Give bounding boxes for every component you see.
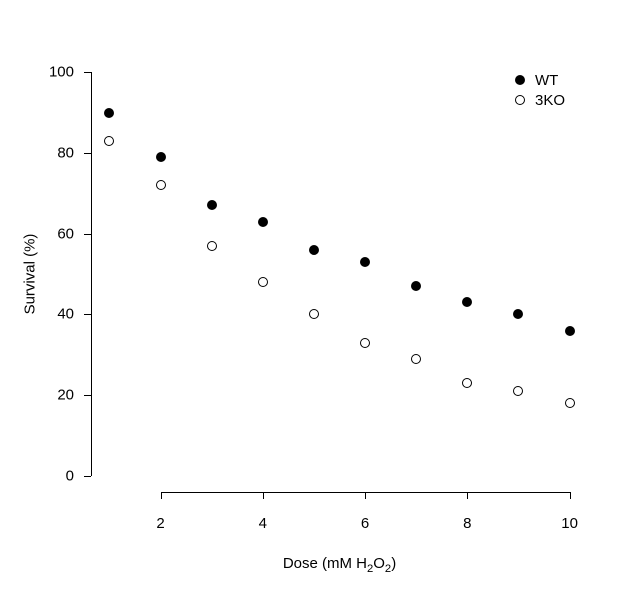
legend-label: 3KO <box>535 92 565 109</box>
x-axis-title: Dose (mM H2O2) <box>283 555 396 572</box>
x-tick-label: 2 <box>156 515 164 532</box>
x-tick <box>263 492 264 499</box>
data-point <box>309 309 319 319</box>
data-point <box>513 386 523 396</box>
data-point <box>513 309 523 319</box>
y-tick <box>84 234 91 235</box>
legend-symbol-closed-icon <box>515 75 525 85</box>
y-tick <box>84 395 91 396</box>
y-tick-label: 100 <box>0 64 74 81</box>
data-point <box>411 281 421 291</box>
data-point <box>309 245 319 255</box>
legend-row: WT <box>515 70 565 90</box>
x-tick <box>161 492 162 499</box>
data-point <box>156 152 166 162</box>
x-tick <box>365 492 366 499</box>
data-point <box>565 326 575 336</box>
y-tick <box>84 72 91 73</box>
y-tick-label: 0 <box>0 467 74 484</box>
y-tick-label: 20 <box>0 387 74 404</box>
legend: WT 3KO <box>515 70 565 110</box>
y-tick <box>84 153 91 154</box>
legend-symbol-open-icon <box>515 95 525 105</box>
x-tick-label: 10 <box>561 515 578 532</box>
plot-area <box>91 56 588 492</box>
data-point <box>360 257 370 267</box>
y-axis-line <box>91 72 92 476</box>
data-point <box>462 378 472 388</box>
y-tick <box>84 476 91 477</box>
y-tick-label: 80 <box>0 144 74 161</box>
data-point <box>411 354 421 364</box>
chart-stage: 246810 020406080100 Dose (mM H2O2) Survi… <box>0 0 628 591</box>
x-tick-label: 8 <box>463 515 471 532</box>
y-tick <box>84 314 91 315</box>
x-tick <box>570 492 571 499</box>
data-point <box>207 241 217 251</box>
data-point <box>156 180 166 190</box>
data-point <box>565 398 575 408</box>
x-tick <box>467 492 468 499</box>
data-point <box>258 277 268 287</box>
data-point <box>360 338 370 348</box>
data-point <box>104 108 114 118</box>
x-tick-label: 6 <box>361 515 369 532</box>
data-point <box>462 297 472 307</box>
data-point <box>207 200 217 210</box>
data-point <box>258 217 268 227</box>
data-point <box>104 136 114 146</box>
legend-label: WT <box>535 72 558 89</box>
y-axis-title: Survival (%) <box>22 234 39 315</box>
x-tick-label: 4 <box>259 515 267 532</box>
legend-row: 3KO <box>515 90 565 110</box>
